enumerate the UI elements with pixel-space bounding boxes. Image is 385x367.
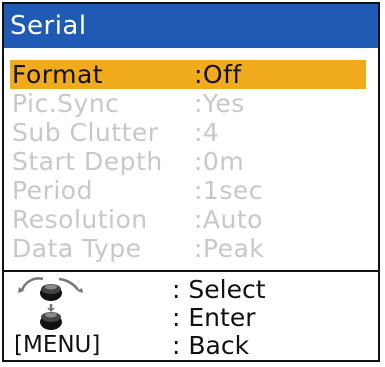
- window-title: Serial: [4, 4, 378, 48]
- menu-item-label: Pic.Sync: [12, 89, 120, 118]
- menu-item-label: Data Type: [12, 234, 142, 263]
- help-row-enter: : Enter: [4, 303, 378, 332]
- menu-item-resolution[interactable]: Resolution :Auto: [10, 205, 366, 234]
- menu-item-label: Sub Clutter: [12, 118, 159, 147]
- menu-item-period[interactable]: Period :1sec: [10, 176, 366, 205]
- help-action: : Enter: [172, 303, 256, 332]
- menu-item-format[interactable]: Format :Off: [10, 60, 366, 89]
- settings-menu: Format :Off Pic.Sync :Yes Sub Clutter :4…: [10, 60, 366, 263]
- push-knob-icon: [40, 304, 62, 330]
- key-icon-slot: [12, 303, 132, 332]
- key-icon-slot: [12, 275, 132, 304]
- menu-item-sub-clutter[interactable]: Sub Clutter :4: [10, 118, 366, 147]
- menu-key-label-slot: [MENU]: [12, 331, 132, 360]
- menu-item-label: Start Depth: [12, 147, 163, 176]
- help-action: : Back: [172, 331, 250, 360]
- key-help-panel: : Select : Enter [MENU] : Back: [4, 272, 378, 360]
- menu-item-label: Format: [12, 60, 104, 89]
- help-action: : Select: [172, 275, 266, 304]
- menu-item-label: Resolution: [12, 205, 148, 234]
- menu-item-label: Period: [12, 176, 93, 205]
- menu-item-data-type[interactable]: Data Type :Peak: [10, 234, 366, 263]
- help-row-back: [MENU] : Back: [4, 331, 378, 360]
- menu-item-value: :Yes: [194, 89, 245, 118]
- menu-item-value: :Auto: [194, 205, 263, 234]
- menu-item-pic-sync[interactable]: Pic.Sync :Yes: [10, 89, 366, 118]
- menu-item-value: :0m: [194, 147, 245, 176]
- menu-item-value: :1sec: [194, 176, 263, 205]
- menu-item-value: :Off: [194, 60, 242, 89]
- menu-key-label: [MENU]: [14, 332, 101, 358]
- serial-menu-panel: Serial Format :Off Pic.Sync :Yes Sub Clu…: [2, 2, 380, 362]
- menu-item-value: :Peak: [194, 234, 265, 263]
- menu-item-start-depth[interactable]: Start Depth :0m: [10, 147, 366, 176]
- help-row-select: : Select: [4, 275, 378, 304]
- menu-item-value: :4: [194, 118, 220, 147]
- rotary-knob-icon: [18, 277, 83, 301]
